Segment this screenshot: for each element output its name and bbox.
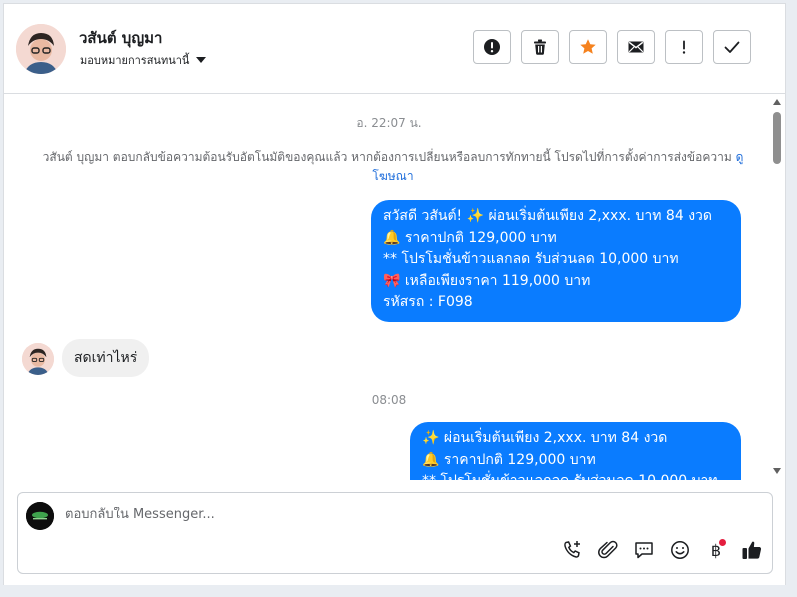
scrollbar-thumb[interactable] [773, 112, 781, 164]
message-line: 🔔 ราคาปกติ 129,000 บาท [422, 451, 596, 468]
delete-button[interactable] [521, 30, 559, 64]
contact-avatar-small[interactable] [22, 343, 54, 375]
message-line: ** โปรโมชั่นข้าวแลกลด รับส่วนลด 10,000 บ… [383, 251, 679, 267]
message-line: ✨ ผ่อนเริ่มต้นเพียง 2,xxx. บาท 84 งวด [422, 430, 668, 446]
call-button[interactable] [560, 538, 584, 562]
thumbs-up-icon [742, 541, 762, 559]
assign-label: มอบหมายการสนทนานี้ [80, 54, 190, 67]
message-line: สวัสดี วสันต์! ✨ ผ่อนเริ่มต้นเพียง 2,xxx… [383, 208, 712, 224]
scroll-down-arrow-icon[interactable] [773, 468, 781, 474]
conversation-header: วสันต์ บุญมา มอบหมายการสนทนานี้ [4, 4, 785, 94]
follow-up-button[interactable] [665, 30, 703, 64]
assign-conversation-dropdown[interactable]: มอบหมายการสนทนานี้ [80, 51, 207, 69]
star-icon [580, 39, 596, 54]
conversation-panel: วสันต์ บุญมา มอบหมายการสนทนานี้ อ. 22:07… [3, 3, 786, 585]
message-line: ** โปรโมชั่นข้าวแลกลด รับส่วนลด 10,000 บ… [422, 471, 729, 480]
like-button[interactable] [740, 538, 764, 562]
scroll-up-arrow-icon[interactable] [773, 99, 781, 105]
trash-icon [534, 39, 546, 55]
mark-done-button[interactable] [713, 30, 751, 64]
star-button[interactable] [569, 30, 607, 64]
message-line: รหัสรถ : F098 [383, 294, 473, 310]
phone-plus-icon [564, 541, 580, 558]
exclamation-icon [682, 40, 686, 54]
auto-reply-note: วสันต์ บุญมา ตอบกลับข้อความต้อนรับอัตโนม… [24, 148, 762, 186]
message-line: 🎀 เหลือเพียงราคา 119,000 บาท [383, 272, 591, 289]
page-logo-avatar [26, 502, 54, 530]
emoji-button[interactable] [668, 538, 692, 562]
smiley-icon [671, 541, 689, 559]
message-thread: อ. 22:07 น. วสันต์ บุญมา ตอบกลับข้อความต… [4, 94, 785, 480]
message-line: 🔔 ราคาปกติ 129,000 บาท [383, 229, 557, 246]
attach-button[interactable] [596, 538, 620, 562]
mark-spam-button[interactable] [473, 30, 511, 64]
contact-name: วสันต์ บุญมา [79, 29, 163, 47]
checkmark-icon [724, 41, 740, 53]
paperclip-icon [598, 540, 618, 559]
auto-reply-note-text: วสันต์ บุญมา ตอบกลับข้อความต้อนรับอัตโนม… [42, 150, 732, 164]
outgoing-message-bubble[interactable]: สวัสดี วสันต์! ✨ ผ่อนเริ่มต้นเพียง 2,xxx… [371, 200, 741, 322]
payment-button[interactable]: ฿ [704, 538, 728, 562]
contact-avatar[interactable] [16, 24, 66, 74]
notification-dot [719, 539, 726, 546]
outgoing-message-bubble[interactable]: ✨ ผ่อนเริ่มต้นเพียง 2,xxx. บาท 84 งวด 🔔 … [410, 422, 741, 480]
incoming-message-bubble[interactable]: สดเท่าไหร่ [62, 339, 150, 377]
envelope-icon [628, 41, 644, 53]
reply-input[interactable] [65, 507, 545, 522]
message-timestamp: อ. 22:07 น. [356, 116, 422, 130]
chat-bubble-icon [635, 542, 653, 559]
mark-unread-button[interactable] [617, 30, 655, 64]
caret-down-icon [196, 57, 207, 63]
saved-replies-button[interactable] [632, 538, 656, 562]
message-timestamp: 08:08 [371, 393, 407, 407]
exclamation-circle-icon [484, 39, 500, 55]
reply-composer: ฿ [17, 492, 773, 574]
